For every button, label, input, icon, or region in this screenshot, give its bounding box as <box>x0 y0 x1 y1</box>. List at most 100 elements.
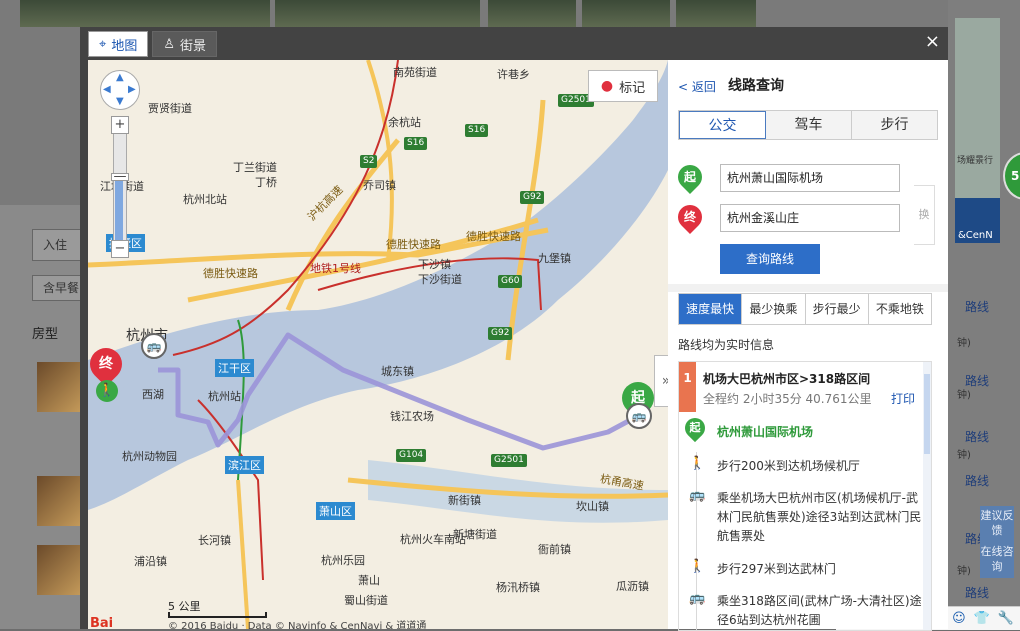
pan-left-icon[interactable]: ◀ <box>103 84 111 95</box>
route-link[interactable]: 路线 <box>965 428 989 445</box>
baidu-logo[interactable]: Bai <box>90 616 113 629</box>
plan-number: 1 <box>679 362 696 412</box>
map-place-label: 城东镇 <box>381 365 414 378</box>
map-place-label: 西湖 <box>142 388 164 401</box>
back-link[interactable]: < 返回 <box>678 78 716 95</box>
background-map-thumbnail[interactable]: 场耀景行 <box>955 18 1000 198</box>
map-place-label: 长河镇 <box>198 534 231 547</box>
swap-button[interactable]: 换 <box>914 185 935 245</box>
pref-fastest[interactable]: 速度最快 <box>679 294 743 324</box>
map-place-label: 南苑街道 <box>393 66 437 79</box>
road-label: 地铁1号线 <box>310 262 361 275</box>
map-place-label: 萧山 <box>358 574 380 587</box>
route-link[interactable]: 路线 <box>965 584 989 601</box>
route-step: 乘坐机场大巴杭州市区(机场候机厅-武林门民航售票处)途径3站到达武林门民航售票处 <box>717 491 922 543</box>
view-tabs: ⌖ 地图 ♙ 街景 <box>88 31 218 57</box>
room-type-label: 房型 <box>32 327 59 342</box>
map-pin-icon: ⌖ <box>99 36 107 52</box>
map-copyright: © 2016 Baidu · Data © Navinfo & CenNavi … <box>168 621 427 629</box>
bus-stop-icon[interactable]: 🚌 <box>141 333 167 359</box>
room-thumbnail[interactable] <box>37 476 81 526</box>
tab-walk[interactable]: 步行 <box>852 111 937 139</box>
map-place-label: 坎山镇 <box>576 500 609 513</box>
map-place-label: 杨汛桥镇 <box>496 581 540 594</box>
map-place-label: 杭州动物园 <box>122 450 177 463</box>
road-label: 德胜快速路 <box>386 238 441 251</box>
highway-shield: G2501 <box>491 454 527 467</box>
room-thumbnail[interactable] <box>37 362 81 412</box>
duration-text: 钟) <box>957 450 971 461</box>
tab-street-view[interactable]: ♙ 街景 <box>152 31 218 57</box>
hotel-photo <box>582 0 670 27</box>
online-consult-button[interactable]: 在线咨询 <box>980 542 1014 578</box>
pref-no-subway[interactable]: 不乘地铁 <box>869 294 931 324</box>
map-canvas <box>88 60 668 629</box>
duration-text: 钟) <box>957 338 971 349</box>
map-place-label: 乔司镇 <box>363 179 396 192</box>
map-place-label: 杭州站 <box>208 390 241 403</box>
close-icon[interactable]: × <box>925 32 940 52</box>
origin-input[interactable]: 杭州萧山国际机场 <box>720 164 900 192</box>
tab-transit[interactable]: 公交 <box>679 111 766 139</box>
map-place-label: 余杭站 <box>388 116 421 129</box>
pan-up-icon[interactable]: ▲ <box>116 72 124 83</box>
hu-hang-highway <box>285 138 400 311</box>
expand-panel-button[interactable]: » <box>654 355 668 407</box>
print-link[interactable]: 打印 <box>891 390 915 407</box>
transport-mode-tabs: 公交 驾车 步行 <box>678 110 938 140</box>
hotel-photo <box>20 0 270 27</box>
shirt-icon[interactable]: 👕 <box>974 611 990 626</box>
pan-down-icon[interactable]: ▼ <box>116 96 124 107</box>
route-dialog: ⌖ 地图 ♙ 街景 × 南苑街道 许巷乡 贾贤街道 余杭站 丁兰街道 丁桥 乔司… <box>80 27 948 631</box>
hotel-photo <box>275 0 480 27</box>
district-label: 江干区 <box>215 359 254 377</box>
highway-shield: G104 <box>396 449 427 462</box>
pref-least-walking[interactable]: 步行最少 <box>806 294 869 324</box>
highway-shield: G92 <box>520 191 545 204</box>
destination-pin-icon: 终 <box>673 200 707 234</box>
zoom-handle[interactable]: — <box>111 170 129 183</box>
destination-input[interactable]: 杭州金溪山庄 <box>720 204 900 232</box>
street-view-person-icon: ♙ <box>163 36 175 52</box>
map-place-label: 新街镇 <box>448 494 481 507</box>
walk-icon: 🚶 <box>689 559 706 574</box>
search-route-button[interactable]: 查询路线 <box>720 244 820 274</box>
plan-origin: 杭州萧山国际机场 <box>717 425 814 439</box>
district-label: 萧山区 <box>316 502 355 520</box>
map-place-label: 许巷乡 <box>497 68 530 81</box>
pref-fewest-transfers[interactable]: 最少换乘 <box>742 294 806 324</box>
bus-icon: 🚌 <box>689 591 706 606</box>
route-link[interactable]: 路线 <box>965 298 989 315</box>
bus-stop-icon[interactable]: 🚌 <box>626 403 652 429</box>
panel-title: 线路查询 <box>728 78 784 94</box>
feedback-button[interactable]: 建议反馈 <box>980 506 1014 542</box>
zoom-in-button[interactable]: + <box>111 116 129 134</box>
plan-scroll-thumb[interactable] <box>924 374 930 454</box>
map-place-label: 下沙街道 <box>418 273 462 286</box>
route-step: 乘坐318路区间(武林广场-大清社区)途径6站到达杭州花圃 <box>717 594 922 627</box>
red-pin-icon: ● <box>600 78 614 94</box>
walk-icon[interactable]: 🚶 <box>96 380 118 402</box>
map-view[interactable]: 南苑街道 许巷乡 贾贤街道 余杭站 丁兰街道 丁桥 乔司镇 江塘街道 杭州北站 … <box>88 60 668 629</box>
route-link[interactable]: 路线 <box>965 472 989 489</box>
zoom-out-button[interactable]: − <box>111 240 129 258</box>
tab-map[interactable]: ⌖ 地图 <box>88 31 149 57</box>
duration-text: 钟) <box>957 390 971 401</box>
hotel-photo <box>676 0 756 27</box>
duration-text: 钟) <box>957 566 971 577</box>
map-place-label: 杭州北站 <box>183 193 227 206</box>
ring-road <box>236 479 250 629</box>
wrench-icon[interactable]: 🔧 <box>998 611 1014 626</box>
pan-control[interactable]: ▲ ▼ ◀ ▶ <box>100 70 140 110</box>
tab-drive[interactable]: 驾车 <box>766 111 852 139</box>
room-thumbnail[interactable] <box>37 545 81 595</box>
route-plan[interactable]: 1 机场大巴杭州市区>318路区间 全程约 2小时35分 40.761公里 打印… <box>678 361 932 631</box>
user-icon[interactable]: ☺ <box>952 611 966 626</box>
pan-right-icon[interactable]: ▶ <box>128 84 136 95</box>
district-label: 滨江区 <box>225 456 264 474</box>
plan-title[interactable]: 机场大巴杭州市区>318路区间 <box>703 370 870 387</box>
marker-button[interactable]: ● 标记 <box>588 70 658 102</box>
map-place-label: 下沙镇 <box>418 258 451 271</box>
route-step: 步行297米到达武林门 <box>717 562 836 576</box>
map-place-label: 杭州火车南站 <box>400 533 466 546</box>
